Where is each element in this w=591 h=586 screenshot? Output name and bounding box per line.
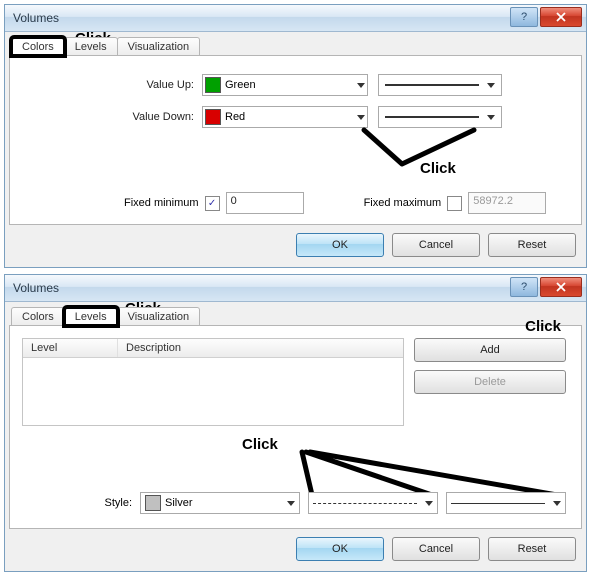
titlebar: Volumes ? [5, 5, 586, 32]
thin-line-preview [451, 503, 545, 504]
titlebar: Volumes ? [5, 275, 586, 302]
add-button[interactable]: Add [414, 338, 566, 362]
help-button[interactable]: ? [510, 7, 538, 27]
tab-panel-colors: Value Up: Green Value Down: Red [9, 55, 582, 225]
fixed-min-input[interactable]: 0 [226, 192, 304, 214]
style-dash-select[interactable] [308, 492, 438, 514]
style-swatch [145, 495, 161, 511]
window-buttons: ? [510, 7, 582, 27]
value-up-line-style[interactable] [378, 74, 502, 96]
value-up-color-select[interactable]: Green [202, 74, 368, 96]
dashed-line-preview [313, 503, 417, 504]
ok-button[interactable]: OK [296, 233, 384, 257]
value-down-color-text: Red [225, 111, 245, 123]
close-icon [556, 282, 566, 292]
annotation-click-style: Click [420, 160, 456, 177]
chevron-down-icon [357, 83, 365, 88]
fixed-min-checkbox[interactable]: ✓ [205, 196, 220, 211]
volumes-dialog-colors: Volumes ? Click Colors Levels Visualizat… [4, 4, 587, 268]
volumes-dialog-levels: Volumes ? Click Colors Levels Visualizat… [4, 274, 587, 572]
tab-panel-levels: Click Level Description Add Delete Click [9, 325, 582, 529]
value-up-row: Value Up: Green [24, 74, 567, 96]
tabstrip: Colors Levels Visualization [11, 307, 582, 326]
close-button[interactable] [540, 277, 582, 297]
list-header: Level Description [23, 339, 403, 358]
close-icon [556, 12, 566, 22]
chevron-down-icon [287, 501, 295, 506]
dialog-body: Click Colors Levels Visualization Value … [5, 32, 586, 267]
dialog-buttons: OK Cancel Reset [9, 225, 582, 263]
dialog-body: Click Colors Levels Visualization Click … [5, 302, 586, 571]
style-row: Style: Silver [22, 492, 569, 514]
value-up-label: Value Up: [24, 79, 202, 91]
style-color-select[interactable]: Silver [140, 492, 300, 514]
levels-list[interactable]: Level Description [22, 338, 404, 426]
chevron-down-icon [553, 501, 561, 506]
cancel-button[interactable]: Cancel [392, 537, 480, 561]
tab-visualization[interactable]: Visualization [117, 307, 201, 326]
solid-line-preview [385, 116, 479, 118]
window-title: Volumes [13, 11, 59, 25]
value-down-label: Value Down: [24, 111, 202, 123]
annotation-click-style: Click [242, 436, 278, 453]
col-description[interactable]: Description [118, 339, 403, 357]
annotation-arrow [344, 124, 494, 170]
style-width-select[interactable] [446, 492, 566, 514]
reset-button[interactable]: Reset [488, 537, 576, 561]
chevron-down-icon [425, 501, 433, 506]
value-up-swatch [205, 77, 221, 93]
style-label: Style: [22, 497, 140, 509]
value-down-row: Value Down: Red [24, 106, 567, 128]
close-button[interactable] [540, 7, 582, 27]
solid-line-preview [385, 84, 479, 86]
cancel-button[interactable]: Cancel [392, 233, 480, 257]
chevron-down-icon [487, 115, 495, 120]
tabstrip: Colors Levels Visualization [11, 37, 582, 56]
tab-colors[interactable]: Colors [11, 37, 65, 56]
value-up-color-text: Green [225, 79, 256, 91]
value-down-swatch [205, 109, 221, 125]
fixed-max-checkbox[interactable] [447, 196, 462, 211]
fixed-row: Fixed minimum ✓ 0 Fixed maximum 58972.2 [24, 192, 567, 214]
fixed-max-label: Fixed maximum [364, 197, 442, 209]
col-level[interactable]: Level [23, 339, 118, 357]
value-down-color-select[interactable]: Red [202, 106, 368, 128]
style-color-text: Silver [165, 497, 193, 509]
side-buttons: Add Delete [414, 338, 564, 426]
tab-levels[interactable]: Levels [64, 307, 118, 326]
chevron-down-icon [487, 83, 495, 88]
reset-button[interactable]: Reset [488, 233, 576, 257]
dialog-buttons: OK Cancel Reset [9, 529, 582, 567]
delete-button[interactable]: Delete [414, 370, 566, 394]
fixed-min-label: Fixed minimum [124, 197, 199, 209]
window-title: Volumes [13, 281, 59, 295]
chevron-down-icon [357, 115, 365, 120]
tab-colors[interactable]: Colors [11, 307, 65, 326]
tab-levels[interactable]: Levels [64, 37, 118, 56]
annotation-arrow [282, 440, 572, 500]
tab-visualization[interactable]: Visualization [117, 37, 201, 56]
fixed-max-input[interactable]: 58972.2 [468, 192, 546, 214]
help-button[interactable]: ? [510, 277, 538, 297]
value-down-line-style[interactable] [378, 106, 502, 128]
ok-button[interactable]: OK [296, 537, 384, 561]
window-buttons: ? [510, 277, 582, 297]
levels-area: Level Description Add Delete [22, 338, 569, 426]
